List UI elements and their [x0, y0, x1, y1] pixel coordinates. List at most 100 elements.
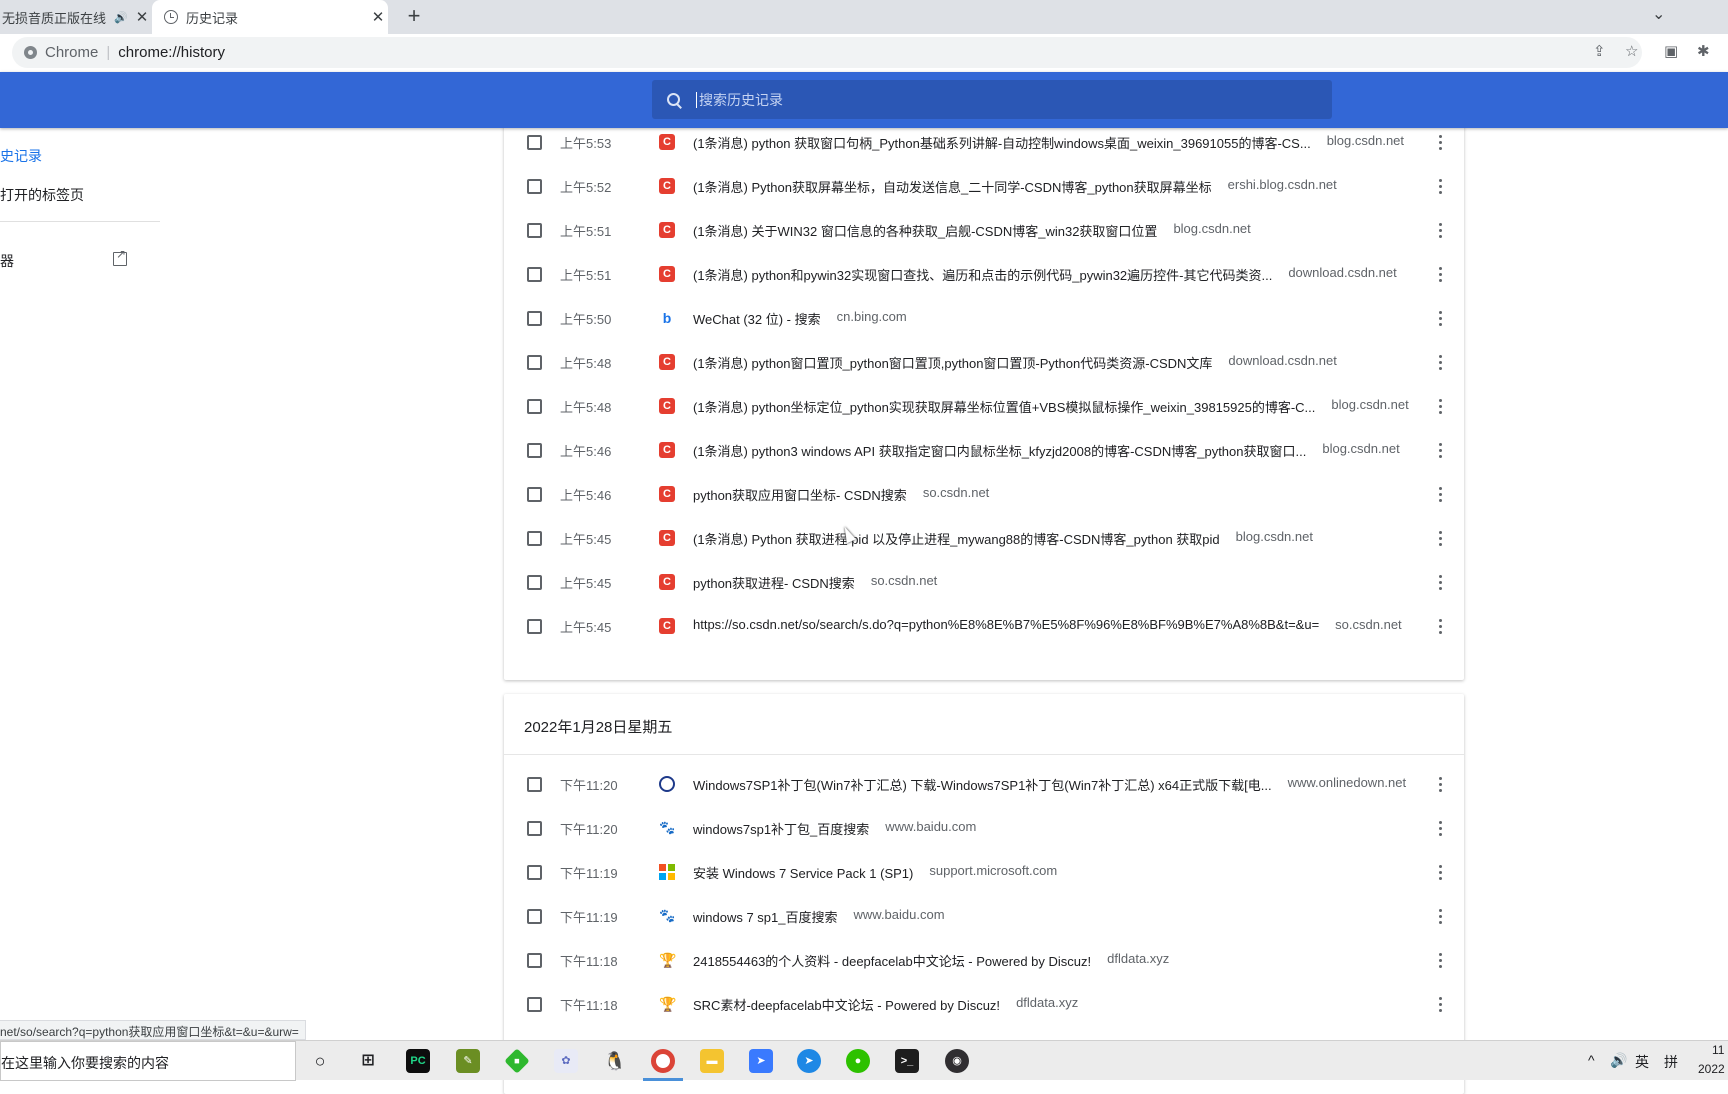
- row-link[interactable]: (1条消息) python 获取窗口句柄_Python基础系列讲解-自动控制wi…: [693, 133, 1404, 152]
- profile-icon[interactable]: ▣: [1664, 42, 1678, 60]
- page-title-link[interactable]: (1条消息) 关于WIN32 窗口信息的各种获取_启舰-CSDN博客_win32…: [693, 221, 1157, 240]
- row-link[interactable]: https://so.csdn.net/so/search/s.do?q=pyt…: [693, 617, 1402, 632]
- history-row[interactable]: 上午5:51 C (1条消息) python和pywin32实现窗口查找、遍历和点击…: [504, 252, 1464, 296]
- history-row[interactable]: 上午5:46 Cpython获取应用窗口坐标- CSDN搜索 so.csdn.net: [504, 472, 1464, 516]
- page-title-link[interactable]: Windows7SP1补丁包(Win7补丁汇总) 下载-Windows7SP1补…: [693, 775, 1272, 794]
- tab-music[interactable]: 无损音质正版在线 🔊 ✕: [0, 0, 152, 34]
- more-actions-icon[interactable]: [1430, 862, 1450, 882]
- more-actions-icon[interactable]: [1430, 132, 1450, 152]
- history-row[interactable]: 上午5:45 Chttps://so.csdn.net/so/search/s.d…: [504, 604, 1464, 648]
- sidebar-item-clear-data[interactable]: 器: [0, 251, 14, 271]
- row-link[interactable]: (1条消息) 关于WIN32 窗口信息的各种获取_启舰-CSDN博客_win32…: [693, 221, 1251, 240]
- more-actions-icon[interactable]: [1430, 950, 1450, 970]
- file-explorer-icon[interactable]: ▬: [700, 1049, 724, 1073]
- history-row[interactable]: 上午5:48 C (1条消息) python坐标定位_python实现获取屏幕坐标位…: [504, 384, 1464, 428]
- row-checkbox[interactable]: [527, 487, 542, 502]
- row-checkbox[interactable]: [527, 179, 542, 194]
- page-title-link[interactable]: (1条消息) python坐标定位_python实现获取屏幕坐标位置值+VBS模…: [693, 397, 1315, 416]
- qq-icon[interactable]: 🐧: [603, 1049, 627, 1073]
- page-title-link[interactable]: WeChat (32 位) - 搜索: [693, 309, 821, 328]
- bookmark-star-icon[interactable]: ☆: [1625, 42, 1638, 60]
- tray-overflow-chevron-icon[interactable]: ^: [1588, 1052, 1595, 1068]
- history-row[interactable]: 上午5:45 Cpython获取进程- CSDN搜索 so.csdn.net: [504, 560, 1464, 604]
- more-actions-icon[interactable]: [1430, 994, 1450, 1014]
- pycharm-icon[interactable]: PC: [406, 1049, 430, 1073]
- more-actions-icon[interactable]: [1430, 906, 1450, 926]
- page-title-link[interactable]: (1条消息) python和pywin32实现窗口查找、遍历和点击的示例代码_p…: [693, 265, 1272, 284]
- audio-icon[interactable]: 🔊: [114, 11, 132, 24]
- page-title-link[interactable]: windows7sp1补丁包_百度搜索: [693, 819, 869, 838]
- more-actions-icon[interactable]: [1430, 774, 1450, 794]
- feishu-icon[interactable]: ➤: [749, 1049, 773, 1073]
- history-row[interactable]: 下午11:20 🐾 windows7sp1补丁包_百度搜索 www.baidu.com: [504, 806, 1464, 850]
- row-checkbox[interactable]: [527, 399, 542, 414]
- history-row[interactable]: 上午5:51 C (1条消息) 关于WIN32 窗口信息的各种获取_启舰-CSDN博…: [504, 208, 1464, 252]
- history-row[interactable]: 上午5:48 C (1条消息) python窗口置顶_python窗口置顶,pyth…: [504, 340, 1464, 384]
- history-row[interactable]: 下午11:19 🐾 windows 7 sp1_百度搜索 www.baidu.com: [504, 894, 1464, 938]
- close-tab-icon[interactable]: ✕: [132, 8, 152, 26]
- search-input[interactable]: [696, 91, 1332, 108]
- more-actions-icon[interactable]: [1430, 264, 1450, 284]
- page-title-link[interactable]: (1条消息) python3 windows API 获取指定窗口内鼠标坐标_k…: [693, 441, 1306, 460]
- page-title-link[interactable]: (1条消息) python窗口置顶_python窗口置顶,python窗口置顶-…: [693, 353, 1212, 372]
- clock-time[interactable]: 11: [1712, 1043, 1724, 1057]
- clock-date[interactable]: 2022: [1698, 1062, 1725, 1076]
- row-link[interactable]: python获取进程- CSDN搜索 so.csdn.net: [693, 573, 937, 592]
- tab-history[interactable]: 历史记录 ✕: [152, 0, 388, 34]
- address-bar[interactable]: Chrome | chrome://history: [12, 37, 1642, 68]
- close-tab-icon[interactable]: ✕: [368, 8, 388, 26]
- row-checkbox[interactable]: [527, 953, 542, 968]
- history-row[interactable]: 上午5:45 C (1条消息) Python 获取进程 pid 以及停止进程_myw…: [504, 516, 1464, 560]
- row-checkbox[interactable]: [527, 619, 542, 634]
- address-url[interactable]: chrome://history: [118, 44, 225, 61]
- history-search[interactable]: [652, 80, 1332, 119]
- page-title-link[interactable]: https://so.csdn.net/so/search/s.do?q=pyt…: [693, 617, 1319, 632]
- volume-icon[interactable]: 🔊: [1610, 1052, 1627, 1069]
- more-actions-icon[interactable]: [1430, 818, 1450, 838]
- terminal-icon[interactable]: >_: [895, 1049, 919, 1073]
- row-checkbox[interactable]: [527, 311, 542, 326]
- row-link[interactable]: (1条消息) python3 windows API 获取指定窗口内鼠标坐标_k…: [693, 441, 1400, 460]
- row-checkbox[interactable]: [527, 135, 542, 150]
- page-title-link[interactable]: (1条消息) Python获取屏幕坐标，自动发送信息_二十同学-CSDN博客_p…: [693, 177, 1212, 196]
- row-link[interactable]: 2418554463的个人资料 - deepfacelab中文论坛 - Powe…: [693, 951, 1169, 970]
- row-checkbox[interactable]: [527, 443, 542, 458]
- page-title-link[interactable]: python获取应用窗口坐标- CSDN搜索: [693, 485, 907, 504]
- row-link[interactable]: (1条消息) Python 获取进程 pid 以及停止进程_mywang88的博…: [693, 529, 1313, 548]
- row-checkbox[interactable]: [527, 865, 542, 880]
- cortana-icon[interactable]: ○: [308, 1049, 332, 1073]
- page-title-link[interactable]: (1条消息) Python 获取进程 pid 以及停止进程_mywang88的博…: [693, 529, 1220, 548]
- more-actions-icon[interactable]: [1430, 220, 1450, 240]
- row-checkbox[interactable]: [527, 821, 542, 836]
- more-actions-icon[interactable]: [1430, 484, 1450, 504]
- history-row[interactable]: 下午11:20 Windows7SP1补丁包(Win7补丁汇总) 下载-Windo…: [504, 762, 1464, 806]
- row-link[interactable]: SRC素材-deepfacelab中文论坛 - Powered by Discu…: [693, 995, 1078, 1014]
- history-row[interactable]: 下午11:18 🏆 SRC素材-deepfacelab中文论坛 - Powered …: [504, 982, 1464, 1026]
- row-checkbox[interactable]: [527, 575, 542, 590]
- row-link[interactable]: windows7sp1补丁包_百度搜索 www.baidu.com: [693, 819, 976, 838]
- chrome-taskbar-icon[interactable]: [651, 1049, 675, 1073]
- new-tab-button[interactable]: +: [402, 5, 426, 29]
- history-row[interactable]: 上午5:52 C (1条消息) Python获取屏幕坐标，自动发送信息_二十同学-C…: [504, 164, 1464, 208]
- more-actions-icon[interactable]: [1430, 352, 1450, 372]
- diamond-app-icon[interactable]: ◆: [504, 1048, 530, 1074]
- row-checkbox[interactable]: [527, 909, 542, 924]
- row-checkbox[interactable]: [527, 777, 542, 792]
- page-title-link[interactable]: windows 7 sp1_百度搜索: [693, 907, 838, 926]
- task-view-icon[interactable]: ⊞: [356, 1049, 380, 1073]
- row-link[interactable]: WeChat (32 位) - 搜索 cn.bing.com: [693, 309, 907, 328]
- page-title-link[interactable]: SRC素材-deepfacelab中文论坛 - Powered by Discu…: [693, 995, 1000, 1014]
- row-link[interactable]: (1条消息) python和pywin32实现窗口查找、遍历和点击的示例代码_p…: [693, 265, 1397, 284]
- row-link[interactable]: 安装 Windows 7 Service Pack 1 (SP1) support…: [693, 863, 1057, 882]
- history-row[interactable]: 下午11:19 安装 Windows 7 Service Pack 1 (SP1)…: [504, 850, 1464, 894]
- more-actions-icon[interactable]: [1430, 396, 1450, 416]
- more-actions-icon[interactable]: [1430, 528, 1450, 548]
- history-row[interactable]: 下午11:18 🏆 2418554463的个人资料 - deepfacelab中文论…: [504, 938, 1464, 982]
- row-checkbox[interactable]: [527, 531, 542, 546]
- more-actions-icon[interactable]: [1430, 440, 1450, 460]
- sidebar-item-history[interactable]: 史记录: [0, 146, 42, 166]
- extensions-puzzle-icon[interactable]: ✱: [1697, 42, 1710, 60]
- obs-icon[interactable]: ◉: [945, 1049, 969, 1073]
- open-external-icon[interactable]: [113, 247, 127, 266]
- history-row[interactable]: 上午5:50 b WeChat (32 位) - 搜索 cn.bing.com: [504, 296, 1464, 340]
